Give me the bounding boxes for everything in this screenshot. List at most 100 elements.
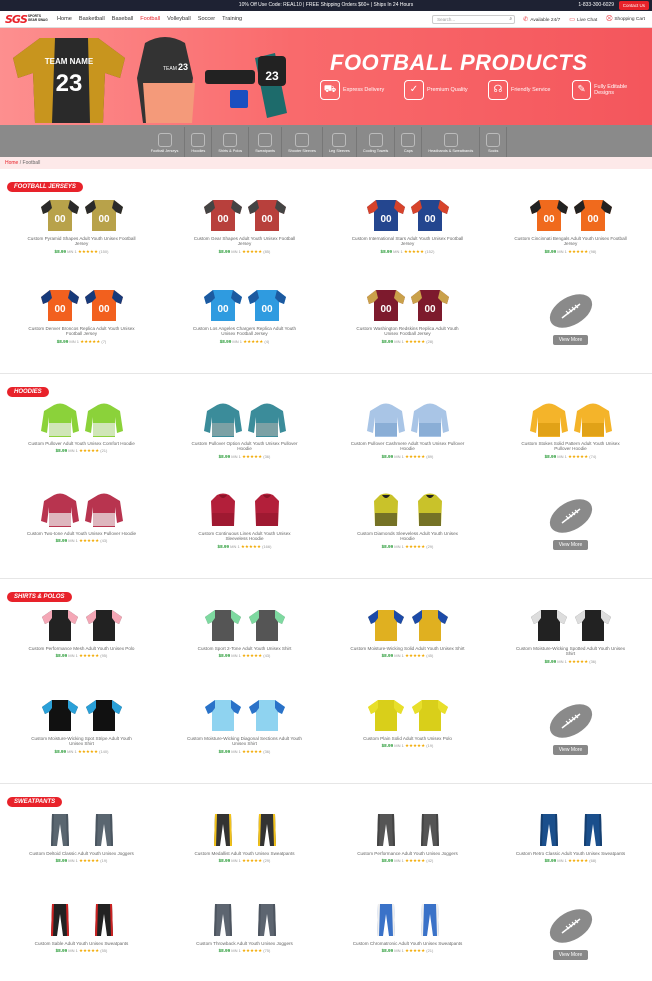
menu-item-baseball[interactable]: Baseball (112, 16, 133, 22)
category-item[interactable]: Hoodies (185, 127, 213, 157)
product-images[interactable] (203, 812, 287, 846)
menu-item-training[interactable]: Training (222, 16, 242, 22)
product-card[interactable]: 00 00 Custom Washington Redskins Replica… (326, 283, 489, 373)
view-more-button[interactable]: View More (552, 335, 589, 345)
product-name[interactable]: Custom Continuous Lines Adult Youth Unis… (187, 531, 302, 542)
product-images[interactable] (40, 697, 124, 731)
breadcrumb-home[interactable]: Home (5, 160, 18, 166)
product-images[interactable] (203, 607, 287, 641)
menu-item-football[interactable]: Football (140, 16, 160, 22)
product-name[interactable]: Custom Diamonds Sleeveless Adult Youth U… (350, 531, 465, 542)
product-card[interactable]: Custom Medallist Adult Youth Unisex Swea… (163, 808, 326, 898)
category-item[interactable]: Cooling Towels (357, 127, 396, 157)
product-images[interactable] (366, 492, 450, 526)
product-name[interactable]: Custom Moisture-Wicking Diagonal Section… (187, 736, 302, 747)
product-images[interactable]: 00 00 (40, 287, 124, 321)
product-card[interactable]: Custom Moisture-Wicking Spotted Adult Yo… (489, 603, 652, 693)
search-icon[interactable]: ⌕ (509, 16, 512, 23)
product-images[interactable]: 00 00 (203, 197, 287, 231)
product-name[interactable]: Custom Gear Shapes Adult Youth Unisex Fo… (187, 236, 302, 247)
product-name[interactable]: Custom Plain Solid Adult Youth Unisex Po… (350, 736, 465, 741)
product-name[interactable]: Custom Retro Classic Adult Youth Unisex … (513, 851, 628, 856)
product-card[interactable]: 00 00 Custom International Stars Adult Y… (326, 193, 489, 283)
category-item[interactable]: Leg Sleeves (323, 127, 357, 157)
product-name[interactable]: Custom Moisture-Wicking Spot Stripe Adul… (24, 736, 139, 747)
product-images[interactable] (203, 697, 287, 731)
product-images[interactable] (203, 402, 287, 437)
view-more-button[interactable]: View More (552, 540, 589, 550)
product-name[interactable]: Custom Medallist Adult Youth Unisex Swea… (187, 851, 302, 856)
product-card[interactable]: Custom Pullover Option Adult Youth Unise… (163, 398, 326, 488)
product-images[interactable] (203, 902, 287, 936)
category-item[interactable]: Caps (395, 127, 423, 157)
product-images[interactable] (203, 492, 287, 526)
product-images[interactable]: 00 00 (529, 197, 613, 231)
product-card[interactable]: Custom Pullover Cashmere Adult Youth Uni… (326, 398, 489, 488)
product-name[interactable]: Custom Chromatronic Adult Youth Unisex S… (350, 941, 465, 946)
product-images[interactable] (529, 607, 613, 641)
product-card[interactable]: Custom Performance Mesh Adult Youth Unis… (0, 603, 163, 693)
category-item[interactable]: Shooter Sleeves (282, 127, 323, 157)
product-card[interactable]: Custom Chromatronic Adult Youth Unisex S… (326, 898, 489, 981)
product-card[interactable]: 00 00 Custom Los Angeles Chargers Replic… (163, 283, 326, 373)
support-link[interactable]: ✆ Available 24/7 (523, 16, 560, 23)
product-name[interactable]: Custom Pyramid Shapes Adult Youth Unisex… (24, 236, 139, 247)
menu-item-soccer[interactable]: Soccer (198, 16, 215, 22)
product-name[interactable]: Custom Sable Adult Youth Unisex Sweatpan… (24, 941, 139, 946)
product-card[interactable]: Custom Plain Solid Adult Youth Unisex Po… (326, 693, 489, 783)
product-images[interactable] (40, 812, 124, 846)
product-card[interactable]: 00 00 Custom Cincinnati Bengals Adult Yo… (489, 193, 652, 283)
product-images[interactable] (366, 607, 450, 641)
product-images[interactable]: 00 00 (366, 197, 450, 231)
view-more-button[interactable]: View More (552, 745, 589, 755)
menu-item-volleyball[interactable]: Volleyball (167, 16, 191, 22)
product-card[interactable]: Custom Continuous Lines Adult Youth Unis… (163, 488, 326, 578)
product-card[interactable]: Custom Sport 2-Tone Adult Youth Unisex S… (163, 603, 326, 693)
product-card[interactable]: Custom Stokes Solid Pattern Adult Youth … (489, 398, 652, 488)
product-card[interactable]: Custom Performance Adult Youth Unisex Jo… (326, 808, 489, 898)
view-more-button[interactable]: View More (552, 950, 589, 960)
product-name[interactable]: Custom Moisture-Wicking Solid Adult Yout… (350, 646, 465, 651)
product-images[interactable] (366, 402, 450, 437)
contact-button[interactable]: Contact Us (618, 1, 649, 10)
product-images[interactable] (366, 812, 450, 846)
product-card[interactable]: Custom Sable Adult Youth Unisex Sweatpan… (0, 898, 163, 981)
product-name[interactable]: Custom Performance Adult Youth Unisex Jo… (350, 851, 465, 856)
product-name[interactable]: Custom Washington Redskins Replica Adult… (350, 326, 465, 337)
product-name[interactable]: Custom Stokes Solid Pattern Adult Youth … (513, 441, 628, 452)
product-card[interactable]: 00 00 Custom Denver Broncos Replica Adul… (0, 283, 163, 373)
product-card[interactable]: Custom Moisture-Wicking Spot Stripe Adul… (0, 693, 163, 783)
product-card[interactable]: Custom Pullover Adult Youth Unisex Comfo… (0, 398, 163, 488)
product-card[interactable]: Custom Retro Classic Adult Youth Unisex … (489, 808, 652, 898)
category-item[interactable]: Sweatpants (249, 127, 283, 157)
category-item[interactable]: Headbands & Sweatbands (422, 127, 481, 157)
product-name[interactable]: Custom Pullover Option Adult Youth Unise… (187, 441, 302, 452)
logo[interactable]: SGS SPORTS GEAR SWAG (5, 13, 51, 26)
search-input[interactable]: Search... ⌕ (432, 14, 516, 24)
product-card[interactable]: Custom Throwback Adult Youth Unisex Jogg… (163, 898, 326, 981)
hero-banner[interactable]: TEAM NAME 23 TEAM 23 23 FOOTBALL PRODUCT… (0, 28, 652, 125)
product-images[interactable] (40, 607, 124, 641)
cart-link[interactable]: ⛒ Shopping Cart (606, 16, 645, 23)
product-images[interactable] (366, 697, 450, 731)
product-name[interactable]: Custom Sport 2-Tone Adult Youth Unisex S… (187, 646, 302, 651)
product-images[interactable] (40, 492, 124, 527)
product-images[interactable] (529, 812, 613, 846)
product-name[interactable]: Custom Denver Broncos Replica Adult Yout… (24, 326, 139, 337)
product-name[interactable]: Custom Pullover Cashmere Adult Youth Uni… (350, 441, 465, 452)
product-name[interactable]: Custom International Stars Adult Youth U… (350, 236, 465, 247)
product-name[interactable]: Custom Throwback Adult Youth Unisex Jogg… (187, 941, 302, 946)
product-images[interactable] (366, 902, 450, 936)
product-card[interactable]: 00 00 Custom Gear Shapes Adult Youth Uni… (163, 193, 326, 283)
product-card[interactable]: Custom Moisture-Wicking Diagonal Section… (163, 693, 326, 783)
category-item[interactable]: Football Jerseys (145, 127, 186, 157)
menu-item-basketball[interactable]: Basketball (79, 16, 105, 22)
product-name[interactable]: Custom Moisture-Wicking Spotted Adult Yo… (513, 646, 628, 657)
live-chat-link[interactable]: ▭ Live Chat (569, 16, 597, 23)
product-name[interactable]: Custom Performance Mesh Adult Youth Unis… (24, 646, 139, 651)
product-images[interactable]: 00 00 (366, 287, 450, 321)
product-card[interactable]: 00 00 Custom Pyramid Shapes Adult Youth … (0, 193, 163, 283)
product-name[interactable]: Custom Pullover Adult Youth Unisex Comfo… (24, 441, 139, 446)
category-item[interactable]: Shirts & Polos (212, 127, 250, 157)
product-images[interactable] (529, 402, 613, 437)
